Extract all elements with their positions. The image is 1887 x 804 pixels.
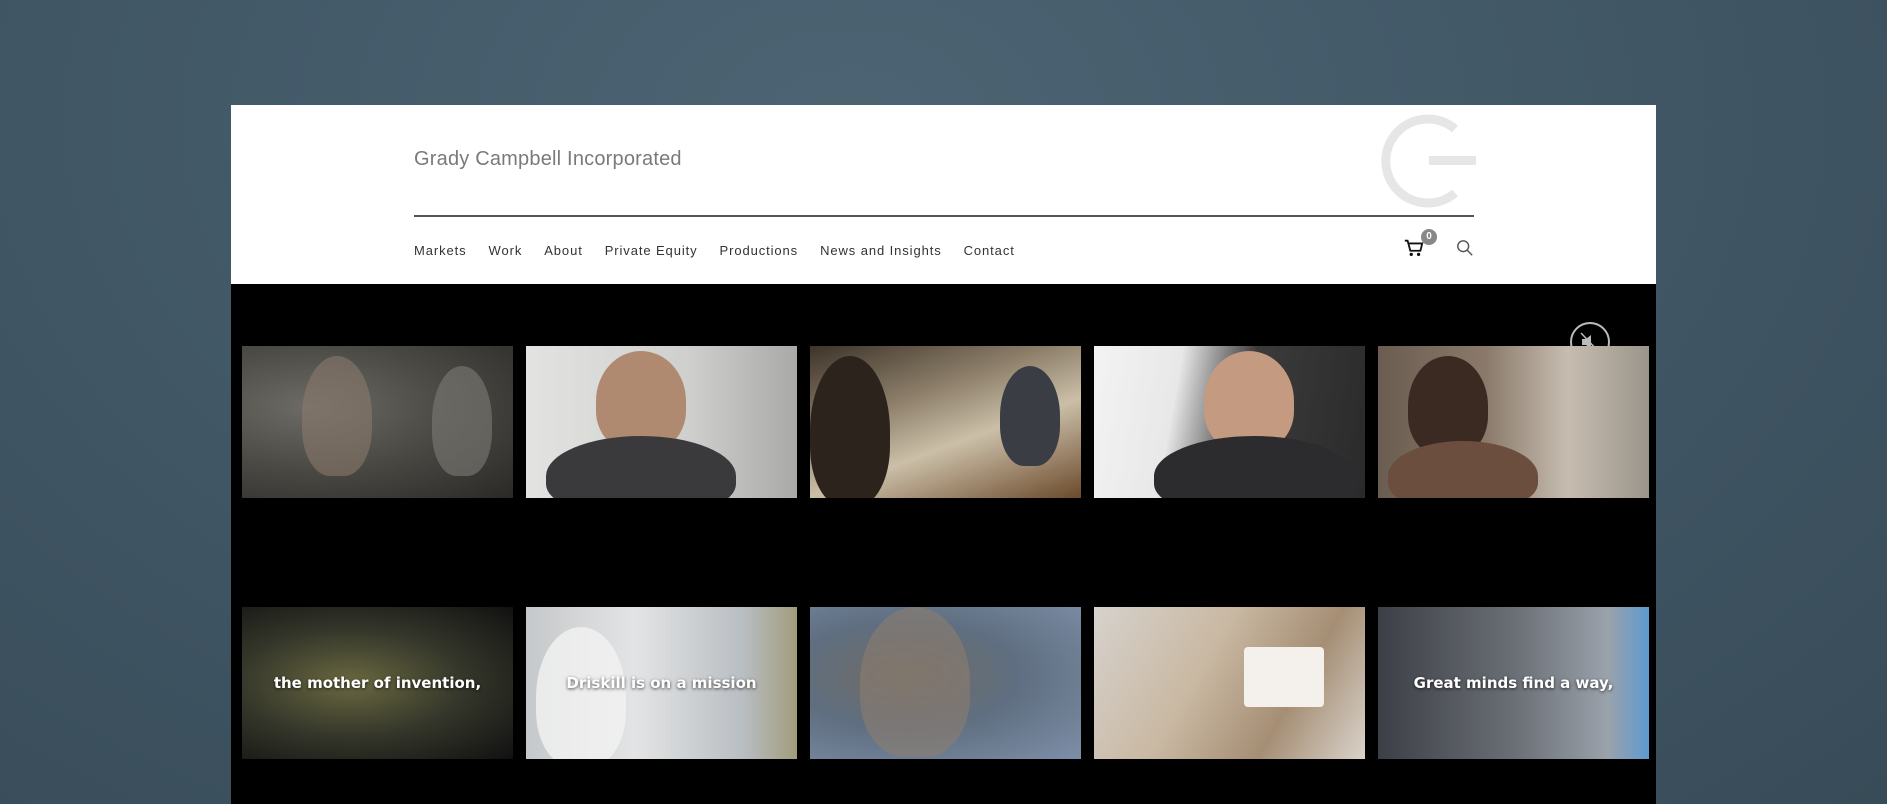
header-divider — [414, 215, 1474, 217]
video-tile-2[interactable] — [526, 346, 797, 498]
nav-item-contact[interactable]: Contact — [964, 243, 1015, 258]
gc-monogram-icon[interactable] — [1377, 111, 1477, 211]
search-icon[interactable] — [1456, 239, 1474, 257]
nav-item-markets[interactable]: Markets — [414, 243, 467, 258]
video-tile-3[interactable] — [810, 346, 1081, 498]
tile-caption — [1378, 346, 1649, 498]
cart-count-badge: 0 — [1421, 229, 1437, 245]
video-tile-7[interactable]: Driskill is on a mission — [526, 607, 797, 759]
nav-item-news-and-insights[interactable]: News and Insights — [820, 243, 942, 258]
nav-item-about[interactable]: About — [544, 243, 582, 258]
nav-item-private-equity[interactable]: Private Equity — [605, 243, 698, 258]
video-tile-10[interactable]: Great minds find a way, — [1378, 607, 1649, 759]
tile-caption — [810, 346, 1081, 498]
site-header: Grady Campbell Incorporated Markets Work… — [231, 105, 1656, 284]
tile-caption — [810, 607, 1081, 759]
site-frame: Grady Campbell Incorporated Markets Work… — [231, 105, 1656, 804]
video-tile-1[interactable] — [242, 346, 513, 498]
tile-caption: the mother of invention, — [273, 674, 482, 692]
tile-caption — [1094, 346, 1365, 498]
video-tile-4[interactable] — [1094, 346, 1365, 498]
tile-caption: Driskill is on a mission — [566, 674, 757, 692]
nav-item-productions[interactable]: Productions — [720, 243, 799, 258]
video-tile-5[interactable] — [1378, 346, 1649, 498]
tile-caption: Great minds find a way, — [1413, 674, 1614, 692]
site-title[interactable]: Grady Campbell Incorporated — [414, 148, 682, 171]
nav-item-work[interactable]: Work — [489, 243, 523, 258]
video-tile-6[interactable]: the mother of invention, — [242, 607, 513, 759]
tile-caption — [1094, 607, 1365, 759]
video-tile-8[interactable] — [810, 607, 1081, 759]
tile-caption — [242, 346, 513, 498]
tile-caption — [526, 346, 797, 498]
main-nav: Markets Work About Private Equity Produc… — [414, 243, 1037, 258]
video-tile-9[interactable] — [1094, 607, 1365, 759]
